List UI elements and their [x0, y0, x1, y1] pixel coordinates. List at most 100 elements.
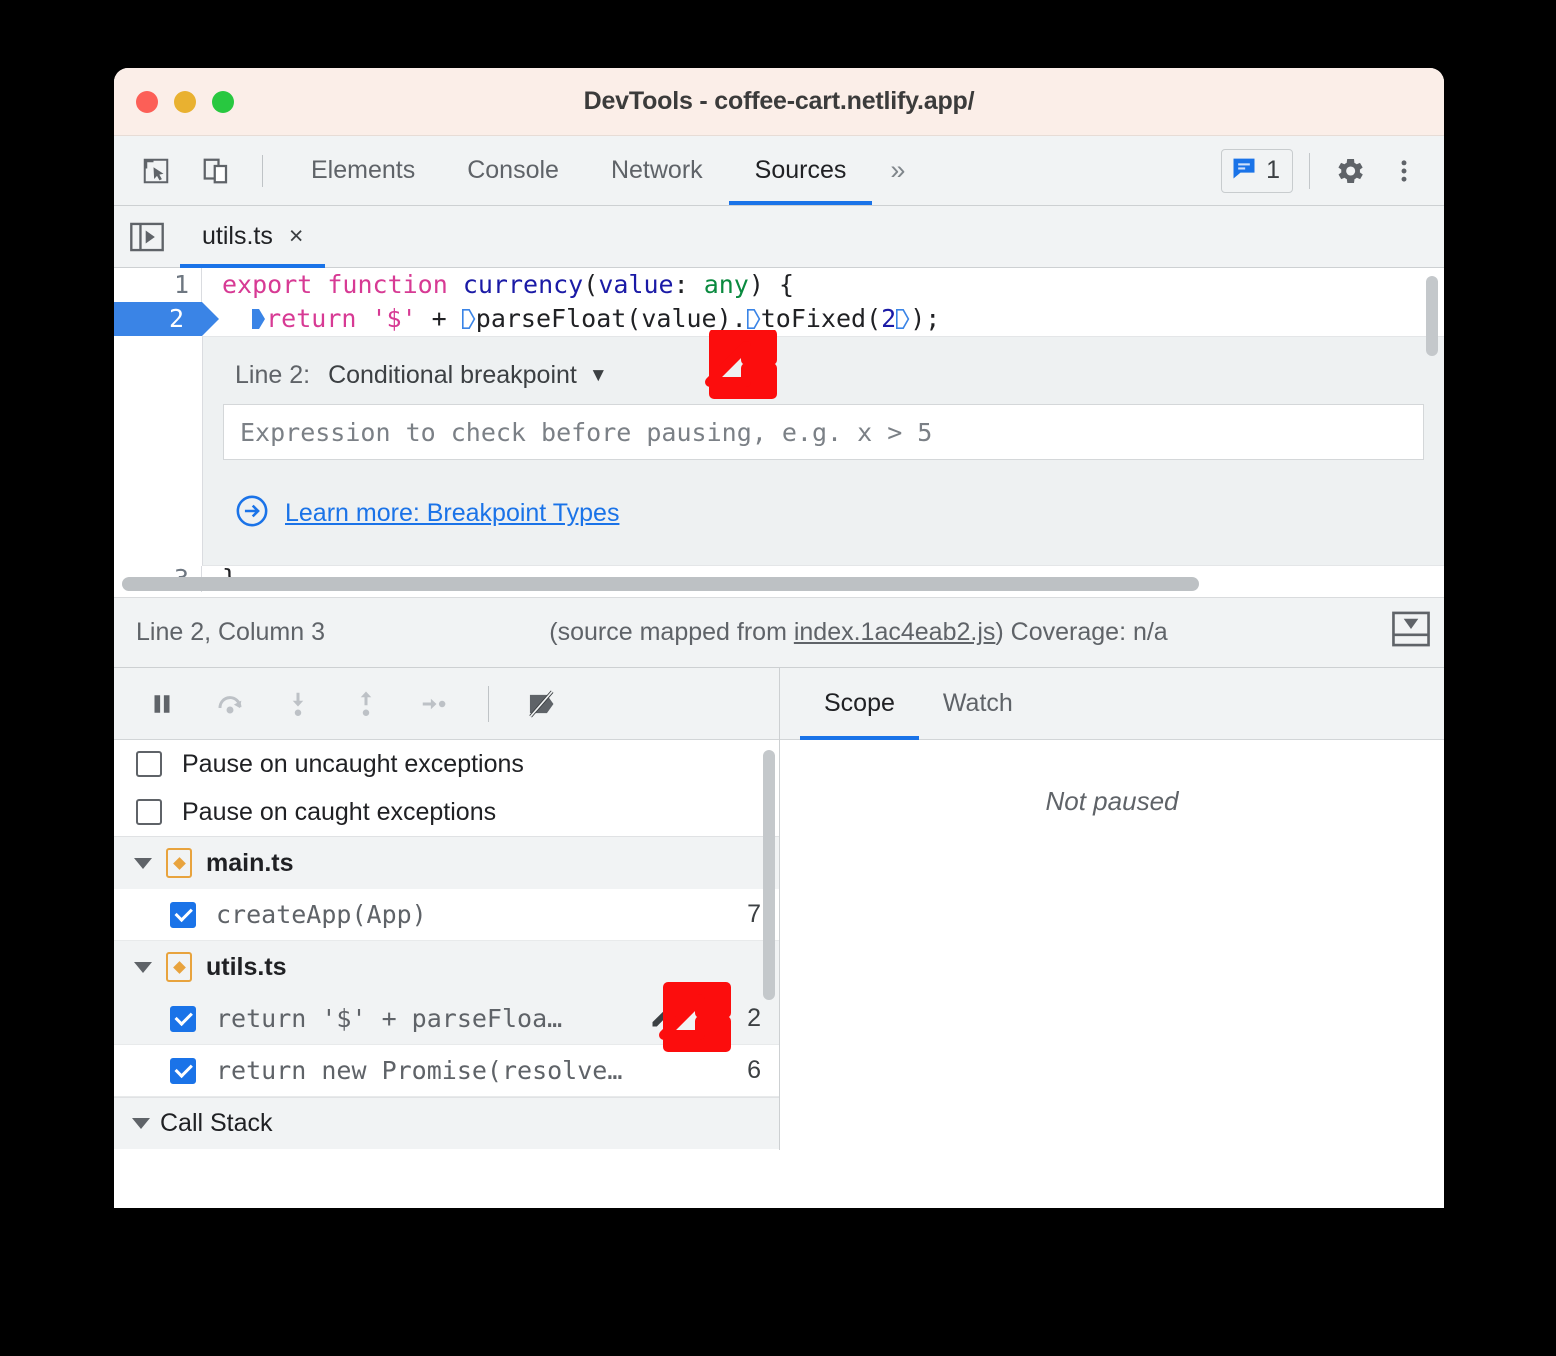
pause-on-uncaught-exceptions-row[interactable]: Pause on uncaught exceptions: [114, 740, 779, 788]
breakpoint-enabled-checkbox[interactable]: [170, 1057, 196, 1084]
step-out-icon[interactable]: [340, 678, 392, 730]
breakpoint-row-createapp[interactable]: createApp(App) 7: [114, 889, 779, 941]
code-editor[interactable]: 1 export function currency(value: any) {…: [114, 268, 1444, 598]
code-line-2-content: return '$' + parseFloat(value). toFixed(2…: [202, 302, 940, 336]
step-over-icon[interactable]: [204, 678, 256, 730]
file-tab-utils-ts[interactable]: utils.ts ×: [180, 206, 326, 268]
close-x-icon[interactable]: [693, 1003, 719, 1035]
source-map-info: (source mapped from index.1ac4eab2.js) C…: [325, 618, 1392, 647]
show-navigator-icon[interactable]: [114, 206, 180, 267]
scope-watch-tabs: Scope Watch: [780, 668, 1444, 740]
pause-on-caught-exceptions-checkbox[interactable]: [136, 799, 162, 825]
breakpoint-code-snippet: return new Promise(resolve…: [216, 1056, 623, 1085]
message-badge-icon: [1230, 154, 1258, 187]
breakpoints-list[interactable]: Pause on uncaught exceptions Pause on ca…: [114, 740, 779, 1150]
call-stack-section-header[interactable]: Call Stack: [114, 1097, 779, 1149]
breakpoint-condition-placeholder: Expression to check before pausing, e.g.…: [240, 417, 933, 447]
tab-console[interactable]: Console: [441, 136, 585, 205]
devtools-window: DevTools - coffee-cart.netlify.app/ Elem…: [114, 68, 1444, 1208]
source-map-prefix: (source mapped from: [549, 618, 794, 646]
tab-scope[interactable]: Scope: [800, 668, 919, 740]
code-line-1[interactable]: 1 export function currency(value: any) {: [114, 268, 1444, 302]
tab-network[interactable]: Network: [585, 136, 729, 205]
devtools-main-toolbar: Elements Console Network Sources » 1: [114, 136, 1444, 206]
inline-breakpoint-marker-4[interactable]: [896, 307, 910, 331]
breakpoint-row-promise[interactable]: return new Promise(resolve… 6: [114, 1045, 779, 1097]
pause-on-uncaught-exceptions-checkbox[interactable]: [136, 751, 162, 777]
inline-breakpoint-marker-1[interactable]: [252, 307, 266, 331]
debugger-toolbar: [114, 668, 779, 740]
panel-tabs: Elements Console Network Sources »: [285, 136, 923, 205]
inline-breakpoint-marker-3[interactable]: [746, 307, 761, 331]
breakpoint-enabled-checkbox[interactable]: [170, 1005, 196, 1032]
kebab-menu-icon[interactable]: [1380, 147, 1428, 195]
inline-breakpoint-marker-2[interactable]: [461, 307, 476, 331]
conditional-breakpoint-editor: Line 2: Conditional breakpoint ▼ Express…: [202, 336, 1444, 566]
call-stack-label: Call Stack: [160, 1109, 273, 1137]
tab-elements[interactable]: Elements: [285, 136, 441, 205]
close-icon[interactable]: ×: [289, 224, 304, 249]
chevron-down-icon[interactable]: [134, 961, 152, 973]
tab-watch[interactable]: Watch: [919, 668, 1037, 739]
line-number-1[interactable]: 1: [114, 268, 202, 302]
message-badge-button[interactable]: 1: [1221, 148, 1293, 193]
device-toolbar-icon[interactable]: [192, 147, 240, 195]
debugger-left-pane: Pause on uncaught exceptions Pause on ca…: [114, 668, 780, 1150]
breakpoint-type-label: Conditional breakpoint: [328, 361, 577, 389]
learn-more-breakpoint-types-link[interactable]: Learn more: Breakpoint Types: [285, 499, 619, 528]
breakpoint-enabled-checkbox[interactable]: [170, 901, 196, 928]
breakpoint-group-utils-ts[interactable]: utils.ts: [114, 941, 779, 993]
line-number-2-breakpoint[interactable]: 2: [114, 302, 219, 336]
pause-icon[interactable]: [136, 678, 188, 730]
code-line-1-content: export function currency(value: any) {: [222, 270, 794, 299]
show-drawer-icon[interactable]: [1392, 611, 1430, 654]
window-title: DevTools - coffee-cart.netlify.app/: [583, 87, 975, 115]
gear-icon[interactable]: [1326, 147, 1374, 195]
maximize-window-button[interactable]: [212, 90, 234, 113]
pause-on-uncaught-exceptions-label: Pause on uncaught exceptions: [182, 749, 524, 778]
call-stack-body: Not paused: [114, 1149, 779, 1150]
breakpoint-group-filename: utils.ts: [206, 952, 287, 981]
arrow-circle-right-icon: [235, 494, 269, 533]
call-stack-empty-text: Not paused: [383, 1149, 511, 1150]
pause-on-caught-exceptions-row[interactable]: Pause on caught exceptions: [114, 788, 779, 836]
code-line-2[interactable]: 2 return '$' + parseFloat(value). toFixed…: [114, 302, 1444, 336]
toolbar-divider-right: [1309, 152, 1310, 189]
editor-horizontal-scrollbar[interactable]: [114, 577, 1444, 591]
pencil-edit-icon[interactable]: [649, 1002, 677, 1036]
scope-watch-pane: Scope Watch Not paused: [780, 668, 1444, 1150]
breakpoint-row-currency[interactable]: return '$' + parseFloa… 2: [114, 993, 779, 1045]
more-tabs-chevron-icon[interactable]: »: [872, 136, 923, 205]
step-into-icon[interactable]: [272, 678, 324, 730]
pause-on-caught-exceptions-label: Pause on caught exceptions: [182, 797, 497, 826]
window-titlebar: DevTools - coffee-cart.netlify.app/: [114, 68, 1444, 136]
breakpoint-learn-more[interactable]: Learn more: Breakpoint Types: [223, 460, 1424, 539]
breakpoint-row-actions: [649, 1002, 719, 1036]
breakpoint-line-number: 2: [747, 1004, 761, 1032]
breakpoint-line-number: 6: [747, 1056, 761, 1084]
breakpoint-condition-input[interactable]: Expression to check before pausing, e.g.…: [223, 404, 1424, 460]
minimize-window-button[interactable]: [174, 90, 196, 113]
source-map-file-link[interactable]: index.1ac4eab2.js: [794, 618, 996, 646]
step-icon[interactable]: [408, 678, 460, 730]
breakpoint-line-label: Line 2:: [235, 361, 311, 389]
inspect-cursor-icon[interactable]: [132, 147, 180, 195]
breakpoint-type-dropdown[interactable]: Conditional breakpoint ▼: [328, 361, 608, 390]
chevron-down-icon[interactable]: [132, 1118, 150, 1129]
editor-vertical-scrollbar[interactable]: [1426, 276, 1438, 356]
toolbar-left-icons: [114, 136, 273, 205]
chevron-down-icon[interactable]: [134, 857, 152, 869]
debugger-toolbar-divider: [488, 685, 489, 722]
editor-scrollbar-thumb[interactable]: [122, 577, 1200, 591]
toolbar-right-group: 1: [1221, 136, 1444, 205]
breakpoints-list-scrollbar[interactable]: [763, 750, 775, 1000]
close-window-button[interactable]: [136, 90, 158, 113]
coverage-info: Coverage: n/a: [1010, 618, 1168, 646]
toolbar-divider: [262, 154, 263, 187]
drawer-toggle-group: [1392, 611, 1430, 654]
source-file-icon: [166, 848, 192, 878]
tab-sources[interactable]: Sources: [728, 136, 873, 205]
debugger-split-area: Pause on uncaught exceptions Pause on ca…: [114, 668, 1444, 1150]
deactivate-breakpoints-icon[interactable]: [517, 678, 569, 730]
breakpoint-group-main-ts[interactable]: main.ts: [114, 837, 779, 889]
